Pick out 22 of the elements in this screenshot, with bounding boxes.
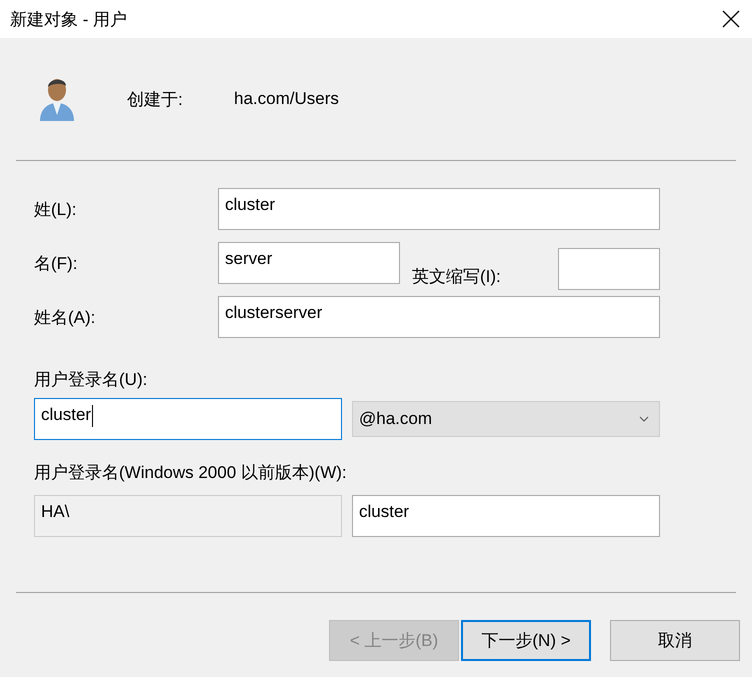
created-in-label: 创建于: — [127, 88, 184, 110]
text-cursor — [92, 405, 94, 427]
dialog-button[interactable]: 取消 — [610, 620, 740, 661]
domain-dropdown[interactable]: @ha.com — [352, 401, 660, 437]
input-field[interactable]: cluster — [352, 495, 660, 537]
container-path: ha.com/Users — [234, 89, 339, 109]
input-field[interactable]: server — [218, 242, 400, 284]
logon-name-label: 用户登录名(U): — [34, 369, 148, 390]
input-field[interactable]: cluster — [218, 188, 660, 230]
last-name-label: 姓(L): — [34, 198, 78, 220]
input-field[interactable]: cluster — [34, 398, 342, 440]
input-field[interactable] — [558, 248, 660, 290]
first-name-label: 名(F): — [34, 252, 78, 274]
initials-label: 英文缩写(I): — [412, 266, 502, 288]
chevron-down-icon — [639, 416, 649, 422]
input-field[interactable]: clusterserver — [218, 296, 660, 338]
dialog-button[interactable]: 下一步(N) > — [461, 620, 591, 661]
close-icon[interactable] — [722, 10, 740, 28]
input-field[interactable]: HA\ — [34, 495, 342, 537]
full-name-label: 姓名(A): — [34, 306, 96, 328]
window-title: 新建对象 - 用户 — [10, 8, 128, 30]
pre-2000-logon-label: 用户登录名(Windows 2000 以前版本)(W): — [34, 462, 348, 483]
